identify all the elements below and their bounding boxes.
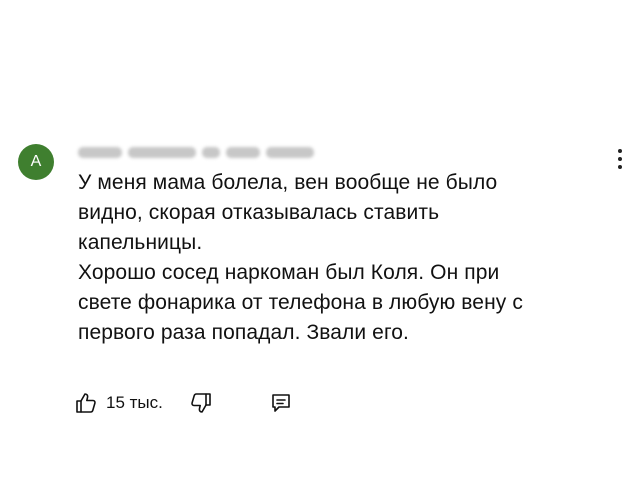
comment-paragraph: Хорошо сосед наркоман был Коля. Он при с… [78,261,523,344]
thumb-up-icon [76,393,96,413]
comment-card: A У меня мама болела, вен вообще не было… [0,0,640,486]
redaction-block [128,146,196,158]
reply-button[interactable] [269,391,293,415]
comment-text: У меня мама болела, вен вообще не было в… [78,168,598,348]
dislike-button[interactable] [189,391,213,415]
redaction-block [266,146,314,158]
redaction-block [226,146,260,158]
page: A У меня мама болела, вен вообще не было… [0,0,640,486]
more-options-button[interactable] [610,144,630,174]
comment-actions: 15 тыс. [74,386,293,420]
thumb-down-icon [191,393,211,413]
avatar[interactable]: A [18,144,54,180]
kebab-menu-icon [618,149,622,169]
comment-icon [272,394,290,412]
like-count: 15 тыс. [106,393,163,412]
redaction-block [202,146,220,158]
comment-paragraph: У меня мама болела, вен вообще не было в… [78,171,498,254]
like-button[interactable]: 15 тыс. [74,391,163,415]
redaction-block [78,146,122,158]
avatar-initial: A [30,153,42,170]
author-name-redacted[interactable] [78,144,340,160]
